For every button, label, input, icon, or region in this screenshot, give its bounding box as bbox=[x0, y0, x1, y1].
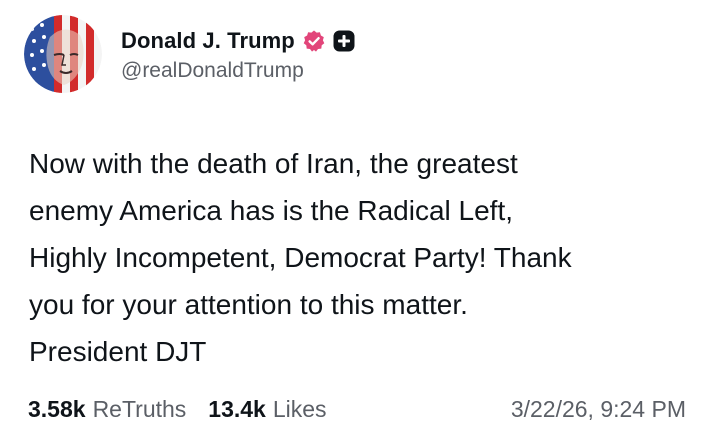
retruths-label: ReTruths bbox=[92, 396, 187, 422]
likes-stat[interactable]: 13.4k Likes bbox=[208, 396, 326, 423]
author-handle[interactable]: @realDonaldTrump bbox=[121, 59, 355, 83]
plus-badge-icon bbox=[333, 30, 355, 52]
retruths-stat[interactable]: 3.58k ReTruths bbox=[28, 396, 186, 423]
avatar-image bbox=[24, 15, 102, 93]
post-text: Now with the death of Iran, the greatest… bbox=[29, 148, 572, 367]
name-row: Donald J. Trump bbox=[121, 25, 355, 57]
verified-badge-icon bbox=[303, 30, 325, 52]
likes-label: Likes bbox=[272, 396, 327, 422]
likes-count: 13.4k bbox=[208, 396, 266, 422]
post-footer: 3.58k ReTruths 13.4k Likes 3/22/26, 9:24… bbox=[28, 396, 686, 423]
truth-post: Donald J. Trump @realDonaldTrump Now wit… bbox=[0, 0, 702, 435]
post-header: Donald J. Trump @realDonaldTrump bbox=[24, 14, 355, 94]
avatar[interactable] bbox=[24, 15, 102, 93]
author-identity: Donald J. Trump @realDonaldTrump bbox=[121, 25, 355, 83]
post-timestamp[interactable]: 3/22/26, 9:24 PM bbox=[511, 396, 686, 423]
author-display-name[interactable]: Donald J. Trump bbox=[121, 28, 295, 54]
retruths-count: 3.58k bbox=[28, 396, 86, 422]
